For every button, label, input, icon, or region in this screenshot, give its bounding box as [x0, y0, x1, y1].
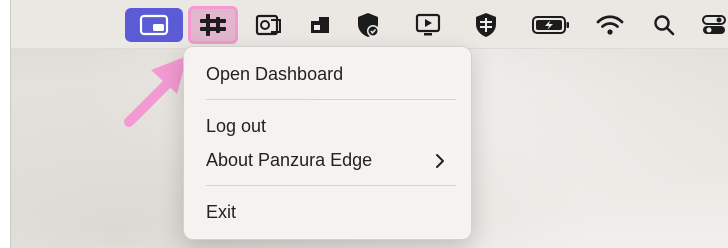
menu-item-open-dashboard[interactable]: Open Dashboard [206, 63, 343, 85]
panzura-edge-icon[interactable] [188, 6, 238, 44]
control-center-icon[interactable] [697, 9, 728, 41]
security-shield-icon[interactable] [351, 9, 385, 41]
battery-icon[interactable] [529, 9, 573, 41]
security-agent-icon[interactable] [469, 9, 503, 41]
menu-bar [11, 0, 728, 49]
chevron-right-icon [436, 154, 444, 168]
screen-share-icon[interactable] [125, 8, 183, 42]
search-icon[interactable] [647, 9, 681, 41]
panzura-edge-menu: Open Dashboard Log out About Panzura Edg… [183, 46, 472, 240]
menu-item-about-panzura-edge[interactable]: About Panzura Edge [206, 149, 372, 171]
outlook-icon[interactable] [251, 9, 285, 41]
menu-separator [206, 185, 456, 186]
wifi-icon[interactable] [593, 9, 627, 41]
menu-item-exit[interactable]: Exit [206, 201, 236, 223]
menu-separator [206, 99, 456, 100]
desktop-screen: Open Dashboard Log out About Panzura Edg… [10, 0, 728, 248]
menu-item-log-out[interactable]: Log out [206, 115, 266, 137]
remote-display-icon[interactable] [411, 9, 445, 41]
cloud-storage-icon[interactable] [303, 9, 337, 41]
